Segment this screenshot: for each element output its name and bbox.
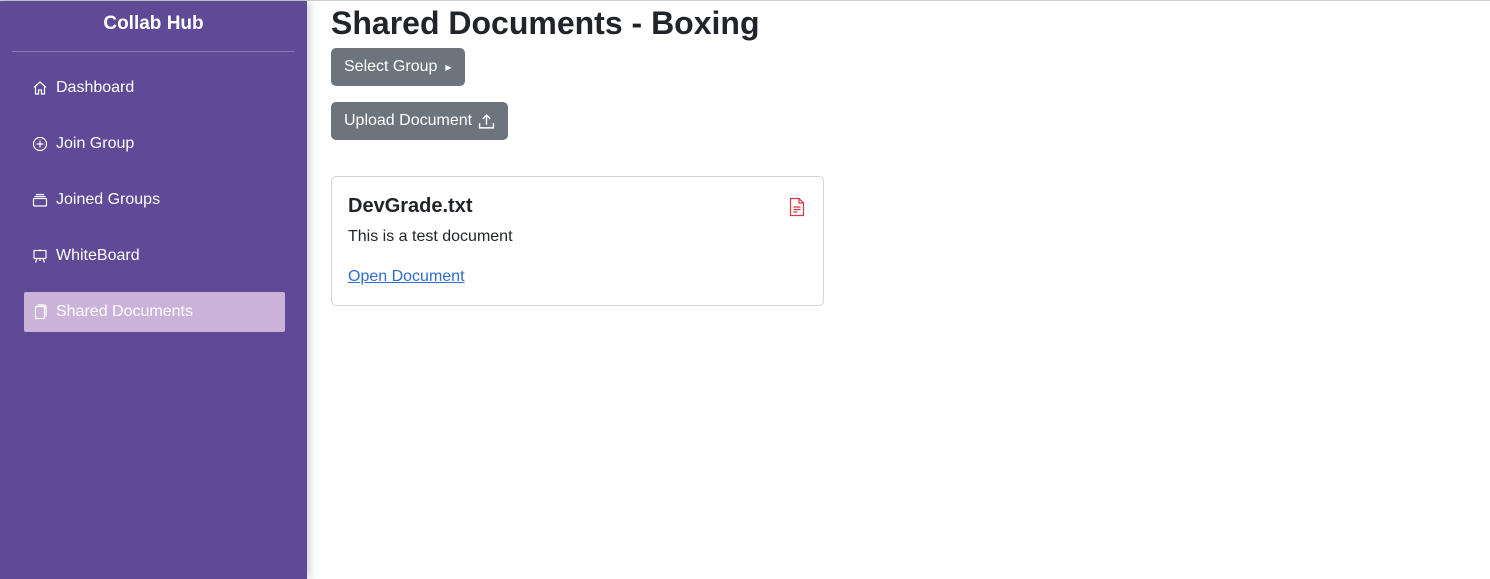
sidebar-item-join-group[interactable]: Join Group	[24, 124, 285, 164]
open-document-link[interactable]: Open Document	[348, 268, 465, 286]
sidebar-item-label: Shared Documents	[56, 303, 193, 320]
files-icon	[32, 304, 48, 320]
upload-icon	[478, 113, 495, 130]
select-group-row: Select Group ▶	[331, 48, 1466, 86]
caret-right-icon: ▶	[445, 62, 452, 72]
brand-title: Collab Hub	[12, 1, 295, 52]
sidebar-item-dashboard[interactable]: Dashboard	[24, 68, 285, 108]
sidebar-item-shared-documents[interactable]: Shared Documents	[24, 292, 285, 332]
select-group-button[interactable]: Select Group ▶	[331, 48, 465, 86]
main-content: Shared Documents - Boxing Select Group ▶…	[307, 1, 1490, 579]
sidebar-item-joined-groups[interactable]: Joined Groups	[24, 180, 285, 220]
upload-document-label: Upload Document	[344, 112, 473, 129]
file-text-icon	[789, 197, 805, 217]
sidebar-nav: Dashboard Join Group Joined Groups White…	[0, 52, 307, 332]
easel-icon	[32, 248, 48, 264]
collection-icon	[32, 192, 48, 208]
plus-circle-icon	[32, 136, 48, 152]
document-name: DevGrade.txt	[348, 195, 473, 217]
sidebar-item-label: Dashboard	[56, 79, 135, 96]
house-icon	[32, 80, 48, 96]
select-group-label: Select Group	[344, 58, 438, 75]
sidebar-item-label: Joined Groups	[56, 191, 161, 208]
sidebar-item-label: Join Group	[56, 135, 135, 152]
page-title: Shared Documents - Boxing	[331, 5, 760, 41]
sidebar: Collab Hub Dashboard Join Group Joined G…	[0, 1, 307, 579]
app-root: Collab Hub Dashboard Join Group Joined G…	[0, 0, 1490, 579]
document-card: DevGrade.txt This is a test document Ope…	[331, 176, 824, 306]
sidebar-item-label: WhiteBoard	[56, 247, 140, 264]
sidebar-item-whiteboard[interactable]: WhiteBoard	[24, 236, 285, 276]
document-description: This is a test document	[348, 228, 513, 245]
upload-row: Upload Document	[331, 102, 1466, 140]
upload-document-button[interactable]: Upload Document	[331, 102, 509, 140]
